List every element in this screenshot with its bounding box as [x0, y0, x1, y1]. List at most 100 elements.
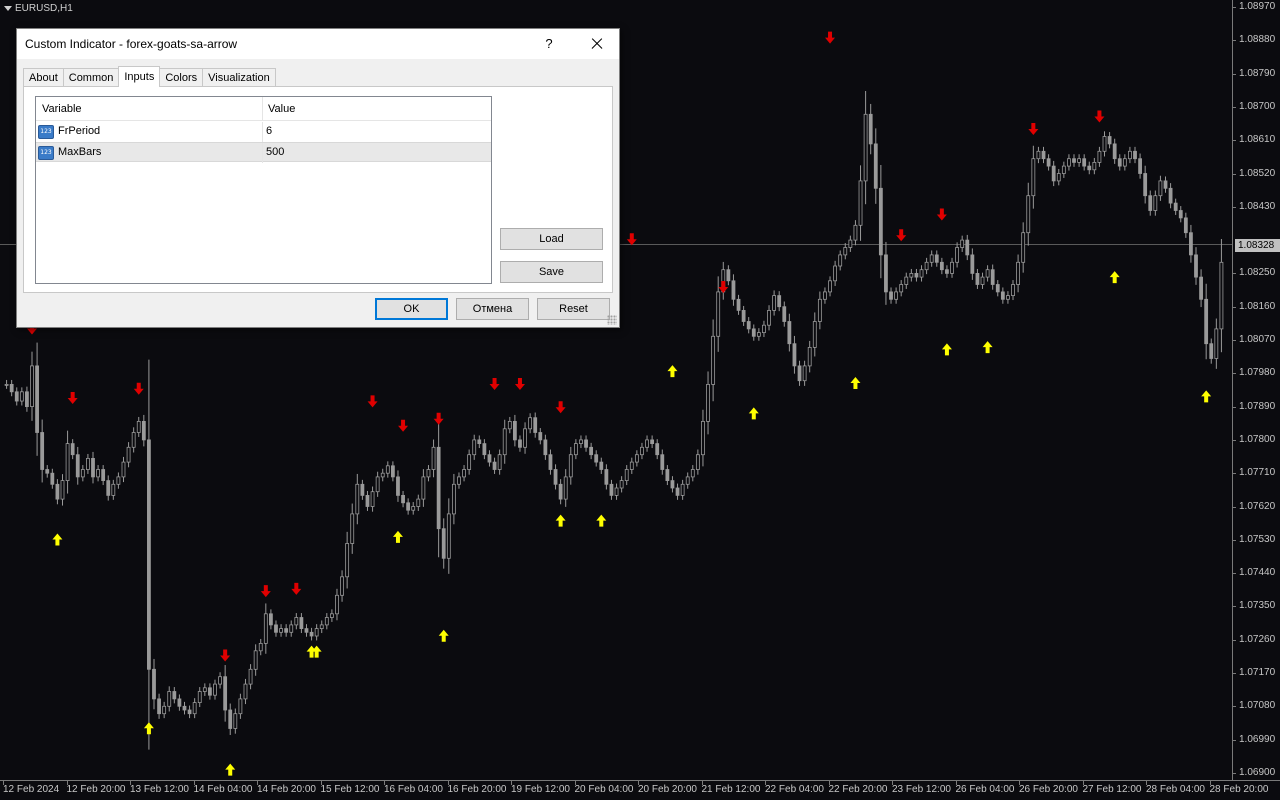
- variable-value[interactable]: 6: [266, 125, 272, 137]
- candle-body: [751, 328, 756, 337]
- candle-body: [1067, 158, 1071, 167]
- candle-body: [1021, 232, 1026, 263]
- candle-body: [30, 365, 34, 407]
- candle-body: [487, 454, 492, 463]
- candle-body: [25, 391, 29, 407]
- variable-value[interactable]: 500: [266, 146, 284, 158]
- buy-arrow-icon: [748, 407, 759, 420]
- sell-arrow-icon: [398, 419, 409, 432]
- candle-body: [701, 420, 705, 456]
- candle-body: [858, 180, 863, 226]
- candle-body: [91, 457, 95, 478]
- candle-body: [451, 483, 456, 515]
- time-label: 14 Feb 20:00: [257, 784, 316, 795]
- candle-body: [1041, 150, 1046, 160]
- candle-body: [141, 420, 146, 441]
- candle-body: [248, 668, 253, 685]
- resize-grip-icon[interactable]: [607, 315, 617, 325]
- price-level-label: 1.07800: [1239, 433, 1276, 445]
- candle-body: [655, 443, 660, 456]
- candle-body: [975, 272, 980, 285]
- time-label: 14 Feb 04:00: [193, 784, 253, 795]
- column-header-variable[interactable]: Variable: [42, 103, 82, 115]
- candle-body: [14, 391, 19, 402]
- candle-body: [675, 487, 680, 496]
- price-level-label: 1.07260: [1239, 633, 1276, 645]
- candle-body: [1173, 202, 1178, 211]
- candle-body: [772, 295, 777, 311]
- reset-button[interactable]: Reset: [537, 298, 610, 320]
- cancel-button[interactable]: Отмена: [456, 298, 529, 320]
- candle-body: [1183, 217, 1188, 234]
- price-tick: [1232, 273, 1236, 275]
- tab-inputs[interactable]: Inputs: [118, 66, 161, 87]
- price-tick: [1232, 639, 1236, 641]
- candle-body: [1097, 150, 1102, 163]
- symbol-label[interactable]: EURUSD,H1: [4, 3, 73, 14]
- candle-body: [1087, 165, 1092, 171]
- candle-body: [868, 113, 873, 145]
- candle-body: [792, 343, 797, 367]
- cell-divider: [262, 143, 263, 163]
- candle-body: [411, 506, 416, 511]
- sell-arrow-icon: [718, 281, 729, 294]
- column-divider[interactable]: [262, 97, 263, 121]
- sell-arrow-icon: [489, 377, 500, 390]
- candle-body: [1072, 158, 1076, 163]
- candle-body: [1194, 254, 1198, 278]
- candle-body: [1143, 173, 1148, 197]
- tab-common[interactable]: Common: [62, 68, 120, 87]
- price-tick: [1232, 173, 1236, 175]
- candle-body: [441, 528, 446, 559]
- candle-body: [594, 454, 599, 463]
- sell-arrow-icon: [825, 31, 836, 44]
- candle-body: [167, 691, 172, 707]
- sell-arrow-icon: [1094, 110, 1105, 123]
- save-button[interactable]: Save: [500, 261, 603, 283]
- numeric-123-icon: 123: [38, 125, 54, 139]
- ok-button[interactable]: OK: [375, 298, 448, 320]
- help-button[interactable]: ?: [535, 32, 563, 56]
- tab-colors[interactable]: Colors: [159, 68, 204, 87]
- price-level-label: 1.07620: [1239, 500, 1276, 512]
- tab-about[interactable]: About: [23, 68, 64, 87]
- price-axis[interactable]: 1.08970 1.08880 1.08790 1.08700 1.08610 1.085…: [1232, 0, 1280, 780]
- price-tick: [1232, 40, 1236, 42]
- time-label: 12 Feb 2024: [3, 784, 60, 795]
- column-header-value[interactable]: Value: [268, 103, 295, 115]
- candle-body: [1153, 195, 1158, 211]
- candle-body: [589, 446, 594, 456]
- candle-body: [553, 469, 558, 485]
- tab-visualization[interactable]: Visualization: [202, 68, 276, 87]
- candle-body: [1036, 150, 1041, 160]
- candle-body: [284, 628, 289, 633]
- candle-body: [1112, 143, 1117, 160]
- candle-body: [106, 480, 111, 496]
- candle-body: [375, 476, 380, 493]
- buy-arrow-icon: [438, 629, 449, 642]
- candle-body: [934, 254, 939, 263]
- candle-body: [640, 446, 644, 456]
- candle-body: [990, 269, 995, 285]
- price-tick: [1232, 539, 1236, 541]
- load-button[interactable]: Load: [500, 228, 603, 250]
- price-level-label: 1.08610: [1239, 134, 1276, 146]
- dialog-titlebar[interactable]: Custom Indicator - forex-goats-sa-arrow …: [17, 29, 619, 59]
- candle-body: [162, 705, 167, 715]
- input-row-maxbars[interactable]: 123 MaxBars 500: [36, 142, 491, 163]
- candle-body: [731, 280, 736, 300]
- input-row-frperiod[interactable]: 123 FrPeriod 6: [36, 122, 491, 142]
- candle-body: [157, 698, 161, 715]
- candle-body: [86, 457, 90, 470]
- candle-body: [111, 483, 116, 496]
- candle-body: [218, 676, 222, 685]
- time-axis[interactable]: 12 Feb 2024 12 Feb 20:00 13 Feb 12:00 14 Fe…: [0, 780, 1280, 800]
- sell-arrow-icon: [260, 585, 271, 598]
- chevron-down-icon[interactable]: [4, 6, 12, 11]
- close-icon[interactable]: [583, 32, 611, 56]
- candle-body: [304, 628, 309, 633]
- candle-body: [401, 494, 405, 504]
- candle-body: [1102, 136, 1107, 152]
- price-tick: [1232, 772, 1236, 774]
- candle-body: [767, 309, 771, 326]
